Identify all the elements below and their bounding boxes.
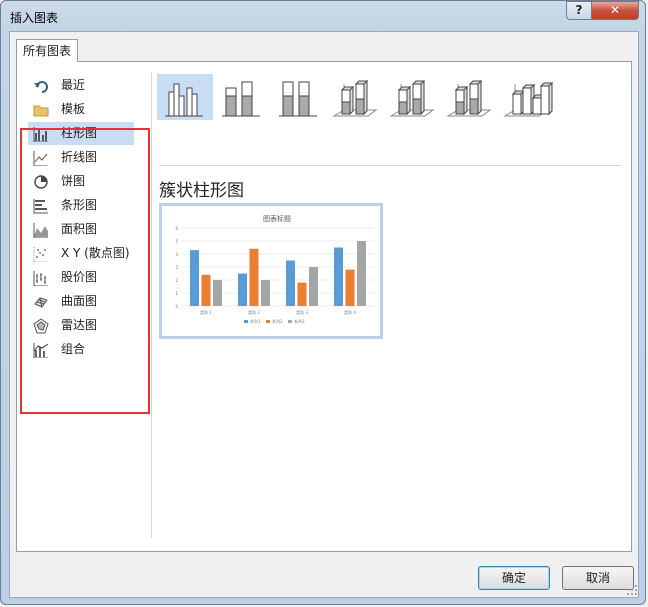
chart-category-item[interactable]: 组合 <box>28 338 134 361</box>
bar <box>357 241 366 306</box>
subtype-glyph <box>503 81 554 117</box>
chart-category-label: 模板 <box>61 102 86 116</box>
subtype-glyph <box>279 81 317 117</box>
panel-divider <box>151 72 152 538</box>
legend-swatch <box>244 320 248 323</box>
3d-percent-stacked-column-icon[interactable] <box>442 74 498 120</box>
chart-category-label: 面积图 <box>61 222 98 236</box>
y-tick-label: 0 <box>175 304 178 309</box>
chart-category-item[interactable]: 曲面图 <box>28 290 134 313</box>
stock-chart-icon <box>33 271 48 286</box>
chart-category-label: 组合 <box>61 342 86 356</box>
chart-category-label: 折线图 <box>61 150 98 164</box>
y-tick-label: 6 <box>175 226 178 231</box>
chart-category-label: 条形图 <box>61 198 98 212</box>
legend-label: 系列2 <box>272 318 283 324</box>
bar <box>309 267 318 306</box>
folder-icon <box>33 105 49 117</box>
chart-category-label: 饼图 <box>61 174 86 188</box>
3d-column-icon[interactable] <box>499 74 555 120</box>
x-tick-label: 类别 1 <box>200 309 212 315</box>
percent-stacked-column-icon[interactable] <box>271 74 327 120</box>
chart-category-label: 股价图 <box>61 270 98 284</box>
3d-stacked-column-icon[interactable] <box>385 74 441 120</box>
help-button[interactable]: ? <box>566 1 592 20</box>
tab-panel: 最近模板柱形图折线图饼图条形图面积图 X Y (散点图) 股价图曲面图雷达图组合 簇… <box>16 61 632 552</box>
area-chart-icon <box>33 223 48 238</box>
close-button[interactable]: ✕ <box>591 1 639 20</box>
subtype-glyph <box>389 79 435 117</box>
pie-chart-icon <box>34 175 48 189</box>
chart-category-item[interactable]: 股价图 <box>28 266 134 289</box>
bar <box>297 282 307 306</box>
chart-category-label: X Y (散点图) <box>61 246 130 260</box>
chart-category-item[interactable]: X Y (散点图) <box>28 242 134 265</box>
subtype-divider <box>159 165 621 166</box>
bar <box>334 247 343 306</box>
chart-subtype-title: 簇状柱形图 <box>159 181 244 201</box>
tab-all-charts[interactable]: 所有图表 <box>16 39 79 62</box>
resize-grip-icon[interactable] <box>626 584 638 596</box>
bar <box>190 250 199 306</box>
radar-chart-icon <box>33 318 49 334</box>
subtype-glyph <box>446 79 492 117</box>
combo-chart-icon <box>33 343 49 358</box>
stacked-column-icon[interactable] <box>214 74 270 120</box>
surface-chart-icon <box>34 297 48 308</box>
chart-category-item[interactable]: 折线图 <box>28 146 134 169</box>
undo-arrow-icon <box>34 81 48 93</box>
chart-category-item[interactable]: 饼图 <box>28 170 134 193</box>
subtype-glyph <box>165 83 203 117</box>
y-tick-label: 2 <box>175 278 178 283</box>
3d-clustered-column-icon[interactable] <box>328 74 384 120</box>
line-chart-icon <box>33 151 48 166</box>
x-tick-label: 类别 2 <box>248 309 260 315</box>
insert-chart-dialog: 插入图表 ? ✕ 所有图表 最近模板柱形图折线图饼图条形图面积图 X Y (散点图… <box>0 0 646 605</box>
bar <box>213 280 222 306</box>
bar <box>345 269 355 306</box>
bar-chart-icon <box>33 199 48 214</box>
y-tick-label: 4 <box>175 252 178 257</box>
subtype-glyph <box>332 79 378 117</box>
chart-category-label: 雷达图 <box>61 318 98 332</box>
chart-category-item[interactable]: 面积图 <box>28 218 134 241</box>
dialog-body: 所有图表 最近模板柱形图折线图饼图条形图面积图 X Y (散点图) 股价图曲面图雷达… <box>9 31 639 598</box>
ok-button[interactable]: 确定 <box>478 566 550 590</box>
chart-category-item[interactable]: 最近 <box>28 74 134 97</box>
chart-preview-svg: 图表标题 0 1 2 3 4 5 6 类别 1 类别 2 类别 3 类别 4 系列1 系列2 系列3 <box>175 214 374 324</box>
cancel-button[interactable]: 取消 <box>562 566 634 590</box>
bar <box>238 273 247 306</box>
bar <box>261 280 270 306</box>
legend-swatch <box>288 320 292 323</box>
scatter-chart-icon <box>33 247 48 262</box>
column-chart-icon <box>33 127 48 142</box>
chart-category-label: 柱形图 <box>61 126 98 140</box>
legend-label: 系列3 <box>294 318 305 324</box>
x-tick-label: 类别 4 <box>344 309 356 315</box>
legend-label: 系列1 <box>250 318 261 324</box>
chart-category-item[interactable]: 雷达图 <box>28 314 134 337</box>
chart-category-item[interactable]: 条形图 <box>28 194 134 217</box>
bar <box>201 274 211 306</box>
subtype-glyph <box>222 81 260 117</box>
y-tick-label: 5 <box>175 239 178 244</box>
y-tick-label: 1 <box>175 291 178 296</box>
chart-category-item[interactable]: 模板 <box>28 98 134 121</box>
chart-category-label: 最近 <box>61 78 86 92</box>
title-bar[interactable]: 插入图表 ? ✕ <box>1 1 645 31</box>
bar <box>286 260 295 306</box>
clustered-column-icon[interactable] <box>157 74 213 120</box>
chart-preview[interactable]: 图表标题 0 1 2 3 4 5 6 类别 1 类别 2 类别 3 类别 4 系列1 系列2 系列3 <box>159 203 383 339</box>
x-tick-label: 类别 3 <box>296 309 308 315</box>
chart-title: 图表标题 <box>263 214 291 223</box>
chart-category-label: 曲面图 <box>61 294 98 308</box>
chart-category-list: 最近模板柱形图折线图饼图条形图面积图 X Y (散点图) 股价图曲面图雷达图组合 <box>17 62 151 551</box>
y-tick-label: 3 <box>175 265 178 270</box>
chart-category-item[interactable]: 柱形图 <box>28 122 134 145</box>
bar <box>249 248 259 306</box>
window-title: 插入图表 <box>10 11 59 25</box>
legend-swatch <box>266 320 270 323</box>
